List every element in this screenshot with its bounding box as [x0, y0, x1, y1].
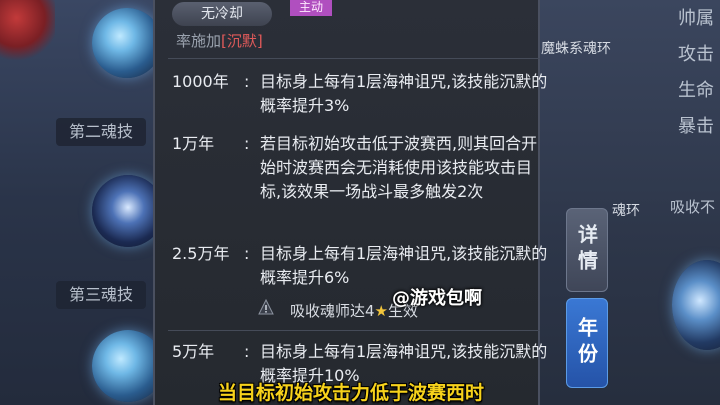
divider: [168, 330, 540, 331]
year-label: 1000年: [172, 72, 229, 91]
skill-type-tag: 主动: [290, 0, 332, 16]
soul-ring-label-2: 魂环: [612, 203, 640, 219]
divider: [168, 58, 540, 59]
watermark: @游戏包啊: [392, 288, 482, 309]
year-label: 1万年: [172, 134, 215, 153]
stat-label-absorb: 吸收不: [670, 198, 716, 216]
stat-label-attr: 帅属: [678, 8, 714, 29]
tab-year[interactable]: 年份: [566, 298, 608, 388]
stat-label-hp: 生命: [678, 80, 714, 101]
year-label: 2.5万年: [172, 244, 230, 263]
soul-skill-1-icon[interactable]: [92, 8, 162, 78]
requirement-prefix: 吸收魂师达4: [290, 302, 375, 320]
star-icon: ★: [374, 302, 388, 320]
year-effect: 目标身上每有1层海神诅咒,该技能沉默的概率提升3%: [260, 72, 548, 115]
effect-partial-line: 率施加[沉默]: [176, 30, 263, 51]
soul-ring-label-1: 魔蛛系魂环: [541, 41, 611, 57]
colon: :: [244, 134, 250, 153]
warning-icon: [258, 299, 274, 315]
year-label: 5万年: [172, 342, 215, 361]
video-subtitle: 当目标初始攻击力低于波赛西时: [218, 382, 485, 404]
cooldown-pill: 无冷却: [172, 2, 272, 26]
soul-skill-3-label[interactable]: 第三魂技: [56, 281, 146, 309]
colon: :: [244, 342, 250, 361]
tab-detail[interactable]: 详情: [566, 208, 608, 292]
stat-label-crit: 暴击: [678, 116, 714, 137]
partial-text: 率施加: [176, 32, 222, 50]
year-effect: 目标身上每有1层海神诅咒,该技能沉默的概率提升6%: [260, 244, 548, 287]
character-art: [0, 0, 55, 60]
colon: :: [244, 244, 250, 263]
colon: :: [244, 72, 250, 91]
soul-skill-2-label[interactable]: 第二魂技: [56, 118, 146, 146]
stat-label-attack: 攻击: [678, 44, 714, 65]
silence-tag: [沉默]: [221, 32, 263, 50]
year-effect: 若目标初始攻击低于波赛西,则其回合开始时波赛西会无消耗使用该技能攻击目标,该效果…: [260, 134, 538, 201]
